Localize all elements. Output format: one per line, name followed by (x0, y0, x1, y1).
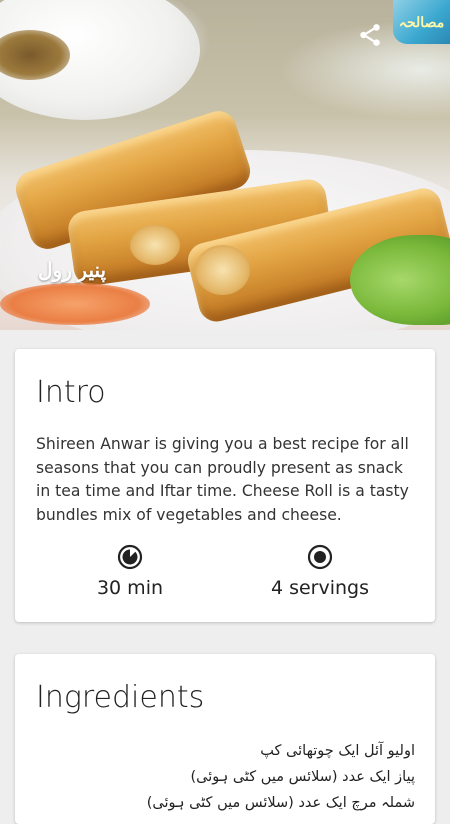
roll-end-image-part (195, 245, 250, 295)
ingredients-list: اولیو آئل ایک چوتھائی کپ پیاز ایک عدد (س… (35, 738, 415, 816)
channel-logo: مصالحہ (393, 0, 450, 44)
ingredients-title: Ingredients (36, 680, 205, 715)
ingredient-item: شملہ مرچ ایک عدد (سلائس میں کٹی ہوئی) (146, 795, 415, 811)
ingredients-card: Ingredients اولیو آئل ایک چوتھائی کپ پیا… (15, 654, 435, 824)
cooking-time: 30 min (55, 544, 205, 599)
intro-card: Intro Shireen Anwar is giving you a best… (15, 349, 435, 622)
intro-description: Shireen Anwar is giving you a best recip… (36, 435, 409, 524)
carrot-image-part (0, 283, 150, 325)
cooking-time-label: 30 min (96, 577, 164, 599)
servings: 4 servings (245, 544, 395, 599)
servings-label: 4 servings (270, 577, 370, 599)
ingredient-item: پیاز ایک عدد (سلائس میں کٹی ہوئی) (190, 769, 415, 785)
ingredient-item: اولیو آئل ایک چوتھائی کپ (260, 743, 415, 759)
servings-icon (307, 544, 333, 570)
share-button[interactable] (352, 17, 388, 53)
intro-title: Intro (36, 375, 106, 410)
hero-overlay-text: پنیر رول (38, 260, 107, 282)
timer-icon (117, 544, 143, 570)
share-icon (360, 24, 380, 46)
roll-end-image-part (130, 225, 180, 265)
